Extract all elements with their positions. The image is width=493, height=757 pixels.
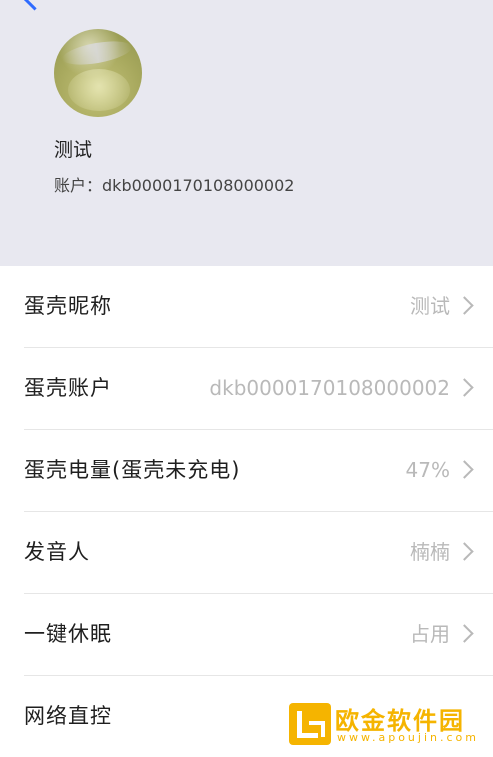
row-battery[interactable]: 蛋壳电量(蛋壳未充电) 47% [24, 430, 493, 512]
row-label: 蛋壳电量(蛋壳未充电) [24, 458, 241, 482]
account-line: 账户：dkb0000170108000002 [54, 172, 294, 196]
profile-name: 测试 [54, 139, 93, 161]
row-nickname[interactable]: 蛋壳昵称 测试 [24, 266, 493, 348]
row-value: 占用 [410, 622, 450, 646]
row-value: dkb0000170108000002 [209, 376, 450, 400]
account-value: dkb0000170108000002 [102, 176, 295, 195]
row-label: 蛋壳昵称 [24, 294, 112, 318]
row-sleep[interactable]: 一键休眠 占用 [24, 594, 493, 676]
settings-list: 蛋壳昵称 测试 蛋壳账户 dkb0000170108000002 蛋壳电量(蛋壳… [0, 266, 493, 757]
row-label: 蛋壳账户 [24, 376, 112, 400]
row-value: 47% [405, 458, 450, 482]
chevron-right-icon [455, 460, 474, 479]
chevron-right-icon [455, 542, 474, 561]
row-label: 发音人 [24, 540, 90, 564]
chevron-right-icon [455, 296, 474, 315]
row-account[interactable]: 蛋壳账户 dkb0000170108000002 [24, 348, 493, 430]
chevron-right-icon [455, 624, 474, 643]
row-voice[interactable]: 发音人 楠楠 [24, 512, 493, 594]
row-label: 一键休眠 [24, 622, 112, 646]
back-arrow-icon[interactable] [22, 0, 47, 11]
avatar[interactable] [54, 29, 142, 117]
chevron-right-icon [455, 378, 474, 397]
row-value: 楠楠 [410, 540, 450, 564]
watermark-url: www.apoujin.com [337, 731, 479, 744]
profile-header: 测试 账户：dkb0000170108000002 [0, 0, 493, 266]
account-label: 账户： [54, 176, 103, 195]
logo-icon [289, 703, 331, 745]
row-value: 测试 [410, 294, 450, 318]
watermark-logo: 欧金软件园 www.apoujin.com [289, 701, 485, 749]
row-label: 网络直控 [24, 704, 112, 728]
